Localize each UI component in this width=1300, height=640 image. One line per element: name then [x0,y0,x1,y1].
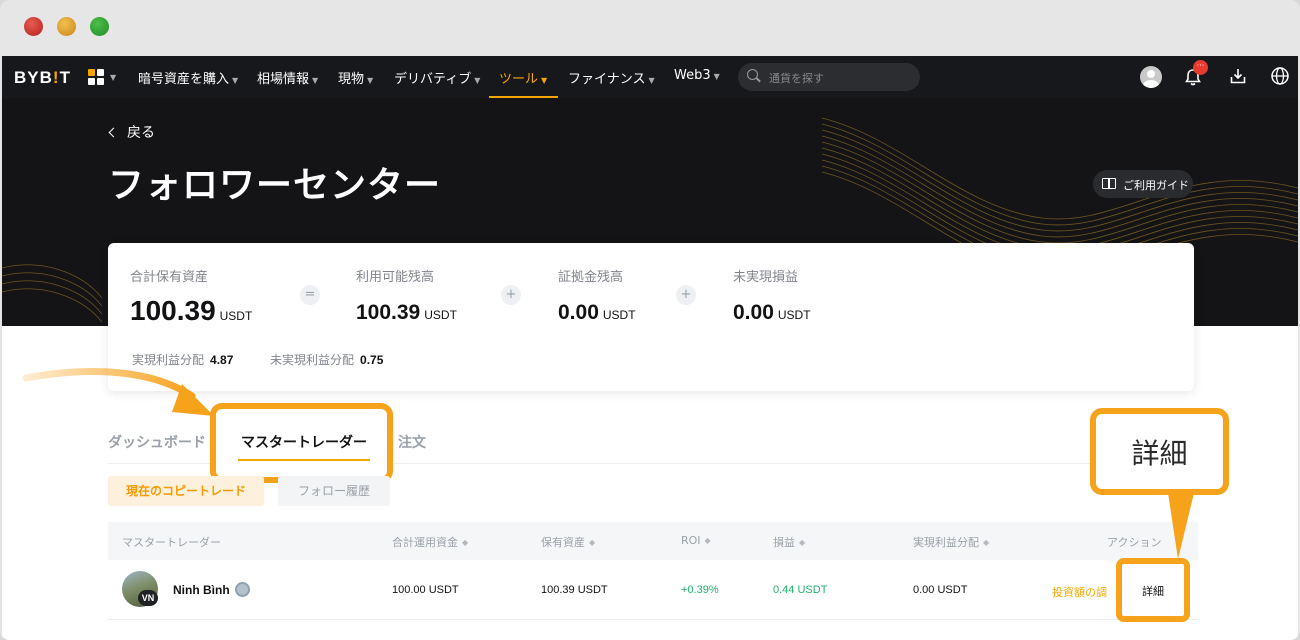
sort-icon[interactable]: ◆ [705,536,711,545]
unrealized-pnl-label: 未実現損益 [733,270,799,285]
user-guide-label: ご利用ガイド [1123,179,1189,192]
header-action: アクション [1107,536,1162,549]
plus-sign: + [676,285,696,305]
unit-label: USDT [219,309,253,323]
page-content: BYB!T ▼ 暗号資産を購入 ▼ 相場情報 ▼ 現物 ▼ デリバティブ ▼ ツール ▼ … [2,56,1298,640]
window-titlebar [0,0,1300,56]
detail-annotation-text: 詳細 [1131,437,1188,470]
nav-item-derivatives[interactable]: デリバティブ ▼ [394,68,480,87]
header-pnl[interactable]: 損益 ◆ [773,534,805,550]
callout-pointer [1168,493,1194,559]
tab-dashboard[interactable]: ダッシュボード [108,432,206,452]
total-assets-value: 100.39 [130,295,216,326]
download-icon[interactable] [1228,66,1248,86]
unrealized-distribution: 未実現利益分配 0.75 [270,353,384,367]
active-tab-underline [238,459,370,461]
close-window-button[interactable] [24,17,43,36]
sort-icon[interactable]: ◆ [462,538,468,547]
cell-pnl: 0.44 USDT [773,584,828,596]
margin-balance-value: 0.00 [558,301,599,324]
sort-icon[interactable]: ◆ [983,538,989,547]
search-placeholder: 通貨を探す [769,72,824,85]
margin-balance-stat: 証拠金残高 0.00 USDT [558,266,636,325]
header-holdings[interactable]: 保有資産 ◆ [541,534,595,550]
annotation-arrow [22,368,214,416]
table-header: マスタートレーダー 合計運用資金 ◆ 保有資産 ◆ ROI ◆ 損益 ◆ 実現利益分配 ◆… [108,522,1198,560]
sort-icon[interactable]: ◆ [799,538,805,547]
apps-menu-caret-icon[interactable]: ▼ [107,69,116,84]
follow-history-button[interactable]: フォロー履歴 [278,476,390,506]
header-total-funds[interactable]: 合計運用資金 ◆ [392,534,468,550]
page-title: フォロワーセンター [108,165,442,206]
nav-item-markets[interactable]: 相場情報 ▼ [257,68,318,87]
unit-label: USDT [777,308,811,322]
top-nav: BYB!T ▼ 暗号資産を購入 ▼ 相場情報 ▼ 現物 ▼ デリバティブ ▼ ツール ▼ … [2,56,1298,98]
current-copy-trades-button[interactable]: 現在のコピートレード [108,476,264,506]
tab-master-traders-highlight[interactable]: マスタートレーダー [210,403,393,483]
margin-balance-label: 証拠金残高 [558,270,624,285]
medal-icon [235,582,250,597]
sort-icon[interactable]: ◆ [589,538,595,547]
unrealized-pnl-value: 0.00 [733,301,774,324]
bybit-logo[interactable]: BYB!T [14,68,71,88]
detail-button[interactable]: 詳細 [1116,558,1190,622]
back-link[interactable]: 戻る [108,122,155,142]
unit-label: USDT [424,308,457,322]
equals-sign: = [300,285,320,305]
chevron-left-icon [108,127,119,138]
apps-grid-icon[interactable] [88,69,104,85]
header-realized-dist[interactable]: 実現利益分配 ◆ [913,534,989,550]
nav-item-tools[interactable]: ツール ▼ [499,68,547,87]
asset-summary-card: 合計保有資産 100.39 USDT = 利用可能残高 100.39 USDT + … [108,243,1194,391]
book-icon [1102,178,1116,189]
available-balance-value: 100.39 [356,301,421,324]
notification-badge: ··· [1193,60,1208,75]
nav-item-web3[interactable]: Web3 ▼ [674,68,720,83]
tab-orders[interactable]: 注文 [398,432,426,452]
search-icon [747,69,758,80]
header-trader: マスタートレーダー [122,536,221,549]
nav-item-buy-crypto[interactable]: 暗号資産を購入 ▼ [138,68,238,87]
total-assets-stat: 合計保有資産 100.39 USDT [130,266,252,327]
minimize-window-button[interactable] [57,17,76,36]
detail-annotation-callout: 詳細 [1090,408,1229,495]
unrealized-pnl-stat: 未実現損益 0.00 USDT [733,266,811,325]
user-avatar-icon[interactable] [1140,66,1162,88]
country-badge: VN [138,590,158,606]
cell-total-funds: 100.00 USDT [392,584,459,596]
plus-sign: + [501,285,521,305]
detail-button-label: 詳細 [1142,585,1164,598]
unit-label: USDT [602,308,636,322]
tab-master-traders[interactable]: マスタートレーダー [241,432,367,452]
adjust-investment-link[interactable]: 投資額の調 [1052,584,1107,600]
table-row: VN Ninh Bình 100.00 USDT 100.39 USDT +0.… [108,560,1198,620]
header-roi[interactable]: ROI ◆ [681,534,711,547]
trader-name[interactable]: Ninh Bình [173,583,230,597]
globe-icon[interactable] [1270,66,1290,86]
total-assets-label: 合計保有資産 [130,270,209,285]
user-guide-button[interactable]: ご利用ガイド [1093,170,1193,198]
cell-realized-dist: 0.00 USDT [913,584,968,596]
browser-window: BYB!T ▼ 暗号資産を購入 ▼ 相場情報 ▼ 現物 ▼ デリバティブ ▼ ツール ▼ … [0,0,1300,640]
nav-item-finance[interactable]: ファイナンス ▼ [568,68,655,87]
nav-item-spot[interactable]: 現物 ▼ [338,68,373,87]
available-balance-stat: 利用可能残高 100.39 USDT [356,266,457,325]
available-balance-label: 利用可能残高 [356,270,435,285]
cell-holdings: 100.39 USDT [541,584,608,596]
maximize-window-button[interactable] [90,17,109,36]
search-input[interactable]: 通貨を探す [738,63,920,91]
cell-roi: +0.39% [681,584,719,596]
